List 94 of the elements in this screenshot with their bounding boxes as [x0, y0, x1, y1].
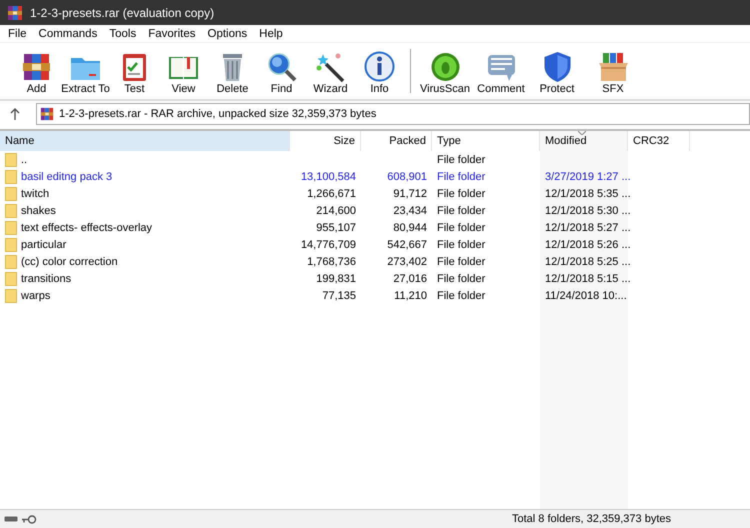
menu-item[interactable]: Commands: [32, 28, 104, 40]
folder-icon: [5, 204, 17, 218]
table-cell: File folder: [437, 204, 486, 216]
table-cell: 27,016: [393, 272, 427, 284]
column-header[interactable]: CRC32: [628, 131, 690, 151]
key-icon: [21, 514, 37, 524]
table-cell: 23,434: [393, 204, 427, 216]
table-cell: 12/1/2018 5:35 ...: [545, 188, 631, 200]
box-icon: [598, 53, 628, 81]
column-header[interactable]: Name: [0, 131, 290, 151]
table-cell: 91,712: [393, 188, 427, 200]
toolbar-button[interactable]: SFX: [585, 47, 641, 99]
table-cell: File folder: [437, 272, 486, 284]
toolbar-button[interactable]: Info: [355, 47, 404, 99]
info-icon: [364, 52, 394, 82]
menu-item[interactable]: Help: [253, 28, 289, 40]
folder-icon: [5, 238, 17, 252]
table-cell: 77,135: [322, 290, 356, 302]
table-cell: File folder: [437, 290, 486, 302]
column-header[interactable]: Packed: [361, 131, 432, 151]
app-logo-icon: [7, 4, 23, 20]
trash-icon: [223, 54, 242, 81]
table-cell: 12/1/2018 5:25 ...: [545, 256, 631, 268]
folder-icon: [5, 254, 17, 268]
folder-icon: [71, 58, 100, 80]
table-cell: 542,667: [387, 238, 427, 250]
toolbar-button[interactable]: Test: [110, 47, 159, 99]
table-cell: 12/1/2018 5:27 ...: [545, 222, 631, 234]
speech-bubble-icon: [488, 55, 514, 81]
address-field[interactable]: 1-2-3-presets.rar - RAR archive, unpacked size 32,359,373 bytes: [36, 103, 750, 125]
clipboard-icon: [123, 54, 146, 81]
folder-icon: [5, 186, 17, 200]
table-cell: File folder: [437, 222, 486, 234]
menu-item[interactable]: Options: [202, 28, 254, 40]
toolbar-button[interactable]: Wizard: [306, 47, 355, 99]
menu-item[interactable]: File: [2, 28, 33, 40]
folder-icon: [5, 152, 17, 166]
table-cell[interactable]: twitch: [21, 188, 50, 200]
table-cell: File folder: [437, 154, 486, 166]
table-cell[interactable]: warps: [21, 290, 50, 302]
table-cell: 1,768,736: [307, 256, 356, 268]
archive-icon: [40, 107, 54, 121]
table-cell[interactable]: ..: [21, 154, 28, 166]
sort-caret-icon: [578, 131, 586, 135]
table-cell: 11/24/2018 10:...: [545, 290, 627, 302]
toolbar-button[interactable]: Protect: [529, 47, 585, 99]
search-icon: [268, 53, 296, 82]
folder-icon: [5, 272, 17, 286]
book-icon: [169, 57, 198, 79]
table-cell[interactable]: basil editng pack 3: [21, 170, 112, 182]
table-cell: 14,776,709: [300, 238, 356, 250]
shield-icon: [544, 52, 570, 82]
table-cell: 13,100,584: [300, 170, 356, 182]
table-cell[interactable]: transitions: [21, 272, 72, 284]
table-cell[interactable]: particular: [21, 238, 66, 250]
table-cell: 11,210: [394, 290, 427, 302]
menu-item[interactable]: Tools: [103, 28, 142, 40]
folder-icon: [5, 170, 17, 184]
table-cell: 955,107: [316, 222, 356, 234]
toolbar-button[interactable]: View: [159, 47, 208, 99]
up-arrow-icon[interactable]: [10, 108, 20, 120]
toolbar-button[interactable]: Extract To: [61, 47, 110, 99]
table-cell: 199,831: [316, 272, 356, 284]
table-cell: 3/27/2019 1:27 ...: [545, 170, 631, 182]
menu-item[interactable]: Favorites: [142, 28, 202, 40]
status-text: Total 8 folders, 32,359,373 bytes: [512, 513, 671, 525]
column-header[interactable]: Modified: [540, 131, 628, 151]
table-cell: 608,901: [387, 170, 427, 182]
table-cell: 273,402: [387, 256, 427, 268]
table-cell: File folder: [437, 188, 486, 200]
table-cell: 12/1/2018 5:30 ...: [545, 204, 631, 216]
table-cell: File folder: [437, 256, 486, 268]
table-cell: 214,600: [316, 204, 356, 216]
toolbar-button[interactable]: Add: [12, 47, 61, 99]
toolbar-button[interactable]: VirusScan: [417, 47, 473, 99]
table-cell[interactable]: shakes: [21, 204, 56, 216]
table-cell: File folder: [437, 170, 486, 182]
window-title: 1-2-3-presets.rar (evaluation copy): [30, 6, 214, 20]
folder-icon: [5, 220, 17, 234]
magic-wand-icon: [316, 54, 344, 82]
folder-icon: [5, 288, 17, 302]
toolbar-button[interactable]: Comment: [473, 47, 529, 99]
table-cell[interactable]: text effects- effects-overlay: [21, 222, 152, 234]
table-cell: 12/1/2018 5:26 ...: [545, 238, 631, 250]
toolbar-button[interactable]: Delete: [208, 47, 257, 99]
toolbar-button[interactable]: Find: [257, 47, 306, 99]
table-cell: 1,266,671: [307, 188, 356, 200]
table-cell: 12/1/2018 5:15 ...: [545, 272, 631, 284]
column-header[interactable]: Size: [290, 131, 361, 151]
table-cell: File folder: [437, 238, 486, 250]
table-cell: 80,944: [393, 222, 427, 234]
books-icon: [23, 54, 50, 80]
table-cell[interactable]: (cc) color correction: [21, 256, 118, 268]
drive-icon: [4, 515, 18, 523]
